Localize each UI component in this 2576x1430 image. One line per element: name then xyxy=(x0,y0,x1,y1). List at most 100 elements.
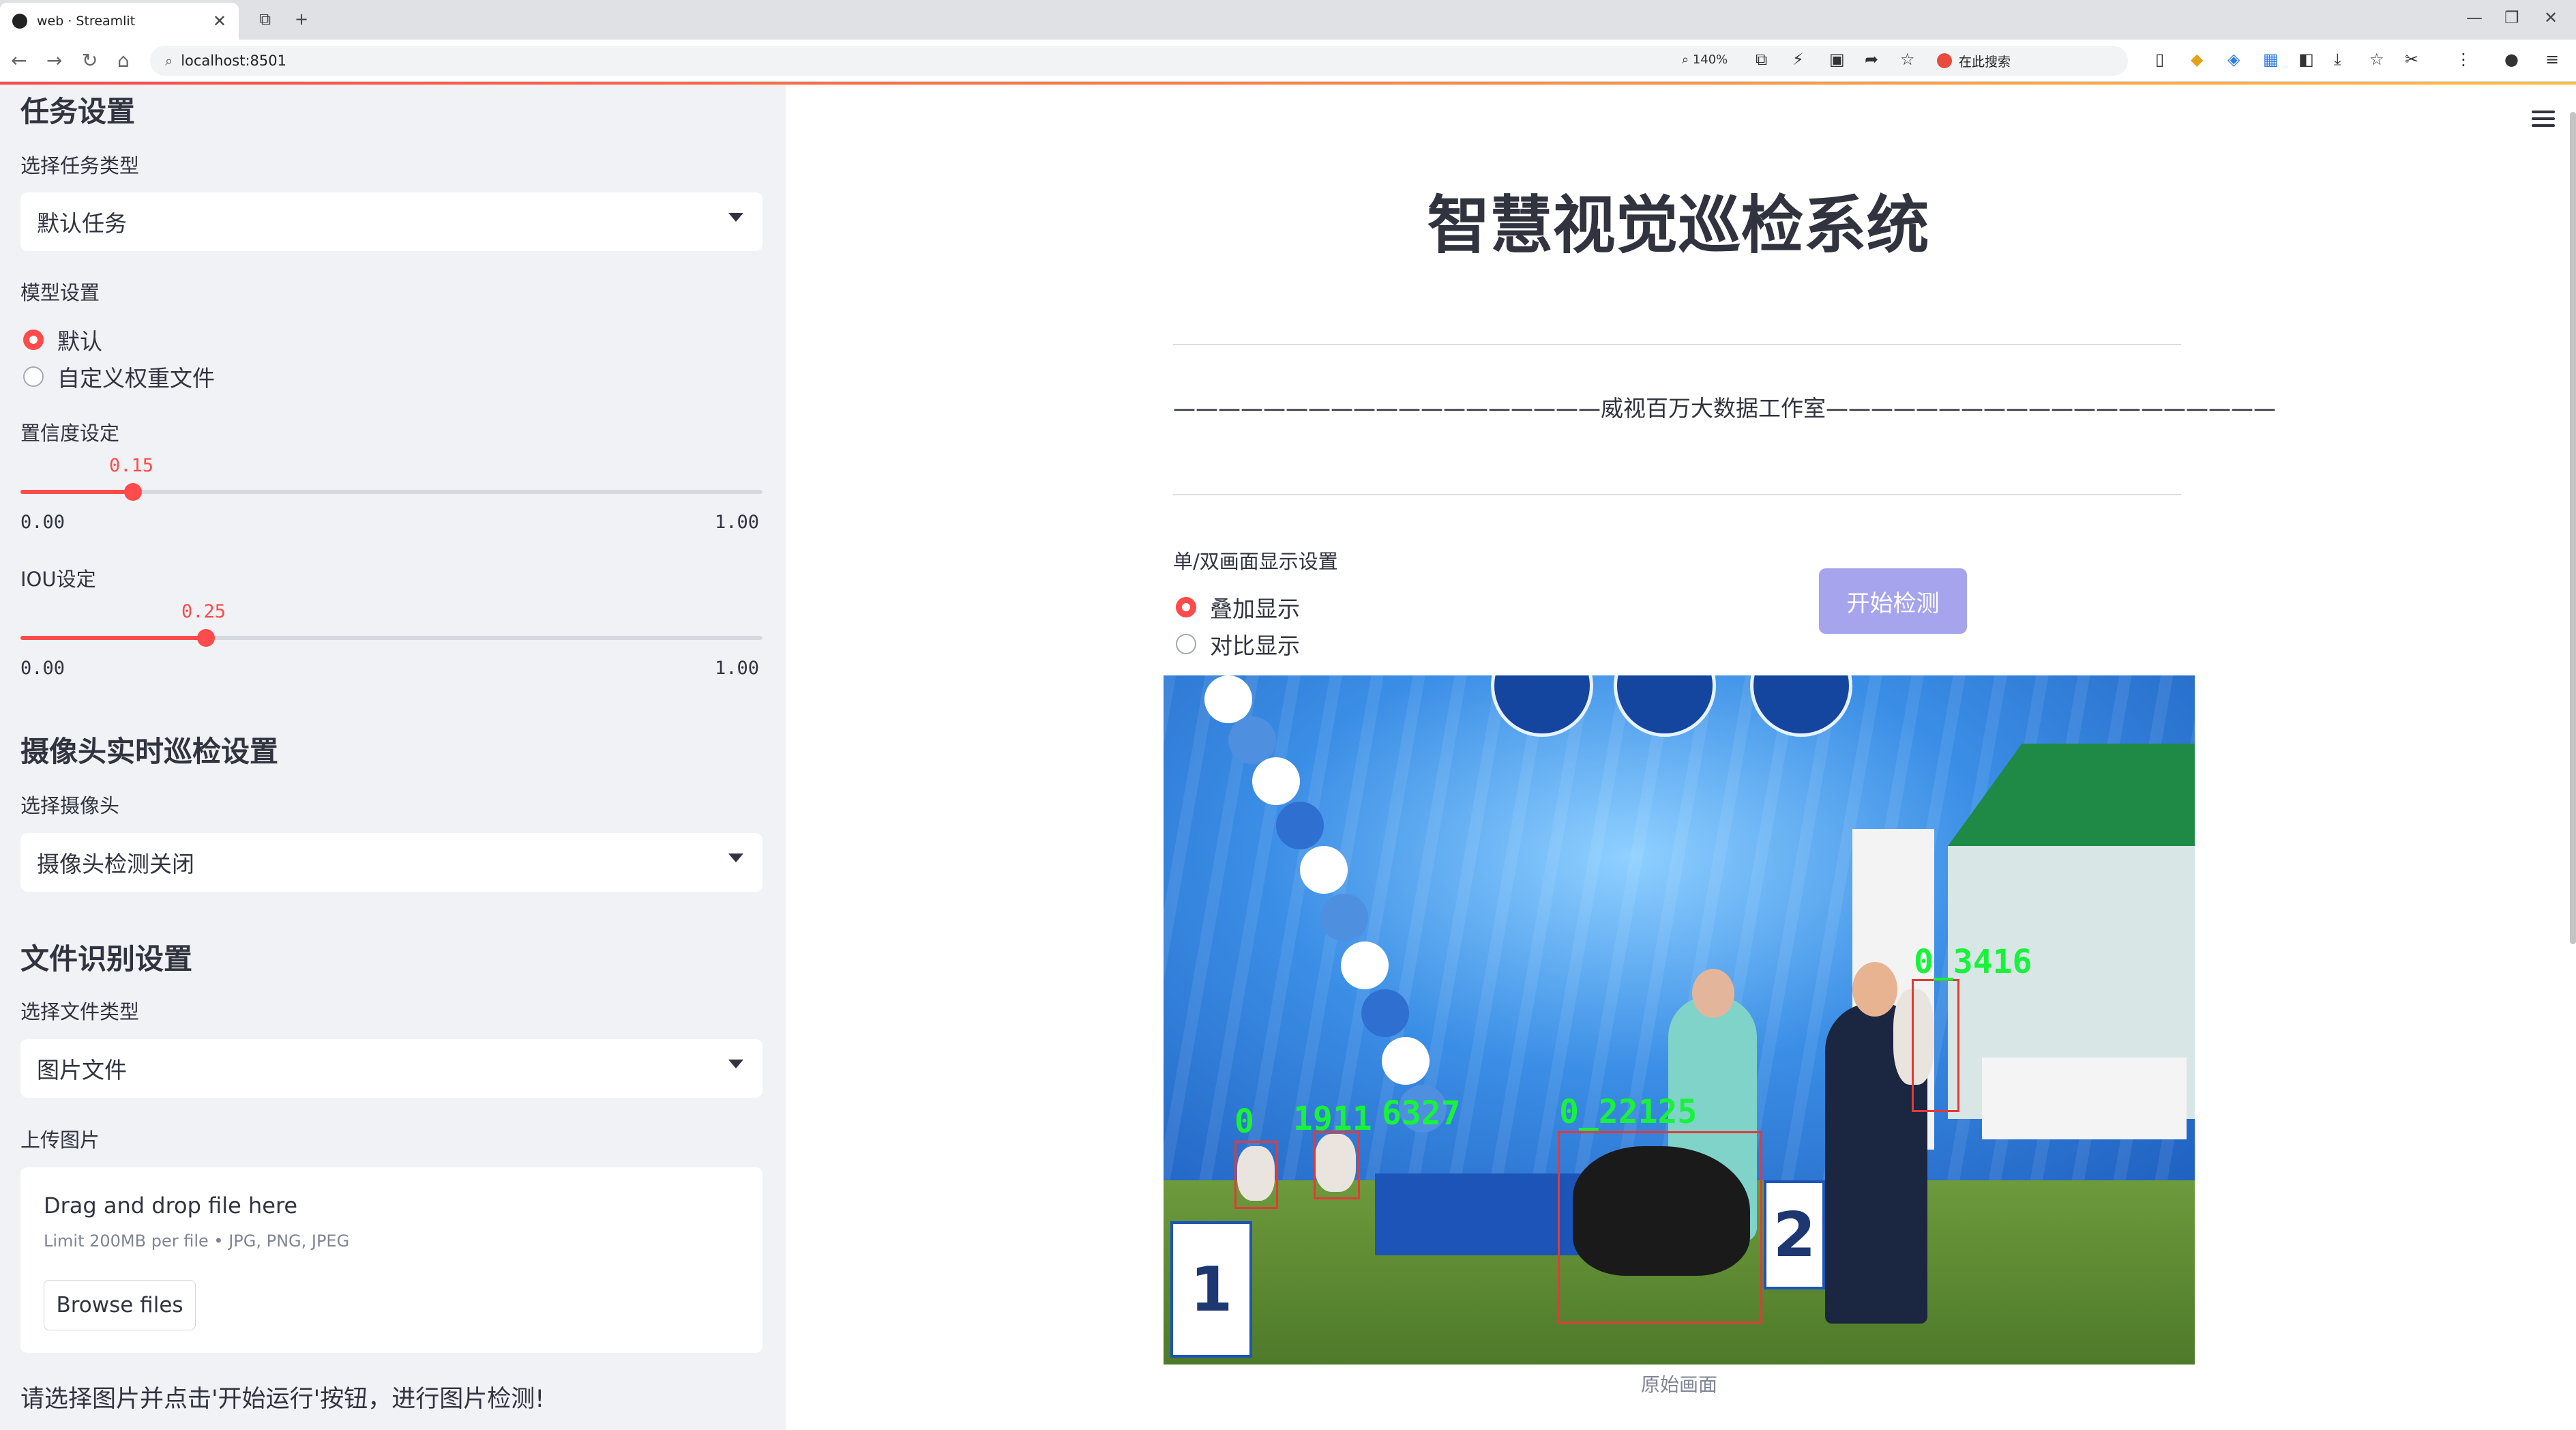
translate-icon[interactable]: ⧉ xyxy=(1756,50,1767,69)
tab-group-icon[interactable]: ⧉ xyxy=(259,10,271,29)
address-bar-row: ← → ↻ ⌂ ⌕ localhost:8501 ⌕ 140% ⧉ ⚡ ▣ ➦ … xyxy=(0,40,2576,82)
share-icon[interactable]: ➦ xyxy=(1865,50,1878,69)
balloon xyxy=(1320,894,1368,942)
back-icon[interactable]: ← xyxy=(11,49,27,72)
camera-settings-heading: 摄像头实时巡检设置 xyxy=(20,735,279,768)
upload-limit: Limit 200MB per file • JPG, PNG, JPEG xyxy=(44,1231,350,1251)
extension-icon-4[interactable]: ◧ xyxy=(2298,50,2314,69)
iou-slider[interactable] xyxy=(20,629,763,647)
iou-slider-thumb[interactable] xyxy=(197,629,215,647)
extension-icon-2[interactable]: ◈ xyxy=(2227,50,2240,69)
confidence-max: 1.00 xyxy=(715,512,760,533)
divider xyxy=(1173,494,2181,495)
window-close-icon[interactable]: ✕ xyxy=(2544,8,2558,27)
url-text: localhost:8501 xyxy=(181,53,286,69)
upload-title: Drag and drop file here xyxy=(44,1193,298,1219)
browse-files-button[interactable]: Browse files xyxy=(44,1280,196,1330)
balloon xyxy=(1341,942,1389,989)
model-option-label: 默认 xyxy=(57,328,102,355)
upload-label: 上传图片 xyxy=(20,1128,100,1152)
chevron-down-icon xyxy=(728,1060,743,1068)
start-detection-button[interactable]: 开始检测 xyxy=(1819,568,1967,634)
chevron-down-icon xyxy=(728,213,743,222)
file-uploader-dropzone[interactable]: Drag and drop file here Limit 200MB per … xyxy=(20,1167,763,1353)
page-title: 智慧视觉巡检系统 xyxy=(1427,189,1929,262)
task-type-value: 默认任务 xyxy=(37,210,127,237)
radio-selected-icon[interactable] xyxy=(23,330,44,350)
iou-label: IOU设定 xyxy=(20,568,96,591)
page-subtitle: ———————————————————威视百万大数据工作室———————————… xyxy=(1173,395,2276,422)
radio-unselected-icon[interactable] xyxy=(23,366,44,387)
browser-tab[interactable]: web · Streamlit ✕ xyxy=(0,3,239,40)
file-type-value: 图片文件 xyxy=(37,1057,127,1083)
detection-box xyxy=(1558,1131,1762,1324)
radio-unselected-icon[interactable] xyxy=(1176,634,1196,654)
bookmark-star-icon[interactable]: ☆ xyxy=(1900,50,1915,69)
screenshot-icon[interactable]: ▣ xyxy=(1829,50,1845,69)
confidence-slider[interactable] xyxy=(20,483,763,501)
mobile-icon[interactable]: ▯ xyxy=(2155,50,2164,69)
search-engine-box[interactable]: 在此搜索 xyxy=(1937,48,2142,74)
display-option-label: 对比显示 xyxy=(1210,632,1300,659)
person-head xyxy=(1852,962,1897,1017)
forward-icon[interactable]: → xyxy=(46,49,62,72)
radio-selected-icon[interactable] xyxy=(1176,597,1196,617)
detection-box xyxy=(1314,1131,1360,1199)
camera-select[interactable]: 摄像头检测关闭 xyxy=(20,833,763,892)
download-icon[interactable]: ⤓ xyxy=(2334,50,2341,69)
search-engine-label: 在此搜索 xyxy=(1959,54,2011,70)
detection-label: 0 xyxy=(1234,1103,1254,1141)
balloon xyxy=(1276,802,1324,849)
extension-icon[interactable]: ◆ xyxy=(2191,50,2203,69)
restore-icon[interactable]: ❐ xyxy=(2504,8,2519,27)
balloon xyxy=(1300,846,1348,894)
model-option-default[interactable]: 默认 xyxy=(23,323,102,356)
model-settings-label: 模型设置 xyxy=(20,281,100,304)
scrollbar[interactable] xyxy=(2570,112,2576,944)
detection-box xyxy=(1912,979,1959,1112)
file-type-select[interactable]: 图片文件 xyxy=(20,1039,763,1098)
display-mode-label: 单/双画面显示设置 xyxy=(1173,550,1338,573)
iou-value: 0.25 xyxy=(181,601,226,622)
zoom-icon: ⌕ xyxy=(1682,53,1689,67)
model-option-label: 自定义权重文件 xyxy=(57,365,215,392)
hamburger-menu-icon[interactable] xyxy=(2532,111,2555,128)
chevron-down-icon xyxy=(728,853,743,862)
cut-icon[interactable]: ✂ xyxy=(2405,50,2418,69)
browser-menu-icon[interactable]: ≡ xyxy=(2545,50,2559,69)
model-option-custom[interactable]: 自定义权重文件 xyxy=(23,360,215,393)
browser-tab-bar: web · Streamlit ✕ ⧉ + — ❐ ✕ xyxy=(0,0,2576,40)
new-tab-icon[interactable]: + xyxy=(295,10,308,29)
extension-icon-3[interactable]: ▦ xyxy=(2263,50,2279,69)
more-vert-icon[interactable]: ⋮ xyxy=(2455,50,2472,69)
balloon xyxy=(1361,989,1409,1037)
balloon xyxy=(1382,1037,1430,1085)
minimize-icon[interactable]: — xyxy=(2466,8,2483,27)
zoom-indicator[interactable]: ⌕ 140% xyxy=(1682,53,1728,67)
home-icon[interactable]: ⌂ xyxy=(117,49,130,72)
favorites-icon[interactable]: ☆ xyxy=(2369,50,2384,69)
balloon xyxy=(1252,757,1300,805)
detection-label: 0_3416 xyxy=(1914,943,2032,981)
iou-slider-fill xyxy=(20,636,206,640)
task-settings-heading: 任务设置 xyxy=(20,95,136,128)
zoom-level: 140% xyxy=(1692,53,1728,67)
confidence-value: 0.15 xyxy=(109,455,154,476)
camera-select-value: 摄像头检测关闭 xyxy=(37,851,194,877)
tab-title: web · Streamlit xyxy=(37,14,136,29)
divider xyxy=(1173,344,2181,345)
close-tab-icon[interactable]: ✕ xyxy=(213,12,226,31)
reload-icon[interactable]: ↻ xyxy=(82,49,98,72)
balloon xyxy=(1228,716,1276,764)
main-content: 智慧视觉巡检系统 ———————————————————威视百万大数据工作室——… xyxy=(786,85,2576,1430)
lightning-icon[interactable]: ⚡ xyxy=(1792,50,1804,69)
task-type-select[interactable]: 默认任务 xyxy=(20,192,763,251)
sidebar-instruction-note: 请选择图片并点击'开始运行'按钮，进行图片检测! xyxy=(20,1386,545,1413)
display-option-overlay[interactable]: 叠加显示 xyxy=(1176,591,1300,624)
iou-max: 1.00 xyxy=(715,658,760,679)
confidence-slider-thumb[interactable] xyxy=(124,483,142,501)
display-option-compare[interactable]: 对比显示 xyxy=(1176,628,1300,660)
detection-label: 6327 xyxy=(1382,1094,1461,1133)
profile-avatar-icon[interactable]: ● xyxy=(2504,50,2519,69)
number-sign: 1 xyxy=(1170,1221,1252,1358)
